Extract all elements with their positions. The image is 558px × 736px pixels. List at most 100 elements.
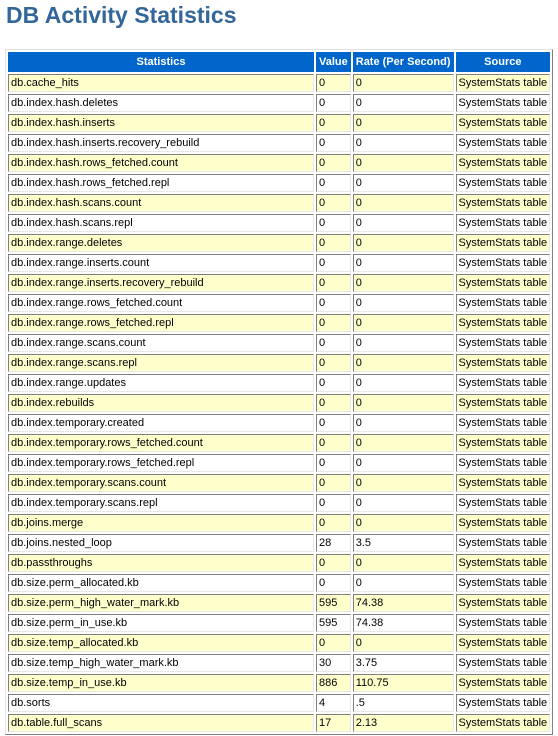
source-cell: SystemStats table	[455, 194, 551, 212]
table-row: db.index.temporary.created 0 0 SystemStats …	[8, 414, 551, 432]
stat-cell: db.table.full_scans	[8, 714, 314, 732]
table-row: db.index.hash.scans.count 0 0 SystemStats t…	[8, 194, 551, 212]
value-cell: 28	[316, 534, 351, 552]
table-row: db.index.hash.inserts.recovery_rebuild 0 0…	[8, 134, 551, 152]
rate-cell: 74.38	[352, 594, 454, 612]
source-cell: SystemStats table	[455, 674, 551, 692]
value-cell: 0	[316, 374, 351, 392]
source-cell: SystemStats table	[455, 454, 551, 472]
source-cell: SystemStats table	[455, 534, 551, 552]
rate-cell: 0	[352, 394, 454, 412]
table-row: db.index.range.rows_fetched.count 0 0 Syste…	[8, 294, 551, 312]
rate-cell: 0	[352, 354, 454, 372]
statistics-table: Statistics Value Rate (Per Second) Sourc…	[5, 49, 554, 735]
source-cell: SystemStats table	[455, 594, 551, 612]
source-cell: SystemStats table	[455, 234, 551, 252]
value-cell: 0	[316, 154, 351, 172]
table-header-row: Statistics Value Rate (Per Second) Sourc…	[8, 52, 551, 72]
rate-cell: 0	[352, 114, 454, 132]
source-cell: SystemStats table	[455, 434, 551, 452]
stat-cell: db.index.hash.rows_fetched.count	[8, 154, 314, 172]
source-cell: SystemStats table	[455, 574, 551, 592]
stat-cell: db.index.hash.inserts	[8, 114, 314, 132]
rate-cell: 0	[352, 214, 454, 232]
table-row: db.index.hash.rows_fetched.repl 0 0 SystemS…	[8, 174, 551, 192]
rate-cell: 3.5	[352, 534, 454, 552]
source-cell: SystemStats table	[455, 214, 551, 232]
stat-cell: db.index.range.scans.repl	[8, 354, 314, 372]
table-row: db.size.perm_in_use.kb 595 74.38 SystemStat…	[8, 614, 551, 632]
table-row: db.size.temp_high_water_mark.kb 30 3.75 Sys…	[8, 654, 551, 672]
stat-cell: db.index.temporary.created	[8, 414, 314, 432]
source-cell: SystemStats table	[455, 714, 551, 732]
table-row: db.index.hash.scans.repl 0 0 SystemStats ta…	[8, 214, 551, 232]
source-cell: SystemStats table	[455, 414, 551, 432]
rate-cell: 0	[352, 94, 454, 112]
table-row: db.index.range.inserts.recovery_rebuild 0…	[8, 274, 551, 292]
rate-cell: 0	[352, 574, 454, 592]
stat-cell: db.index.range.rows_fetched.count	[8, 294, 314, 312]
value-cell: 0	[316, 434, 351, 452]
source-cell: SystemStats table	[455, 474, 551, 492]
table-row: db.index.temporary.rows_fetched.repl 0 0 Sy…	[8, 454, 551, 472]
value-cell: 0	[316, 454, 351, 472]
table-row: db.index.range.scans.count 0 0 SystemStats …	[8, 334, 551, 352]
column-header-value: Value	[316, 52, 351, 72]
stat-cell: db.index.range.updates	[8, 374, 314, 392]
rate-cell: 0	[352, 274, 454, 292]
column-header-statistics: Statistics	[8, 52, 314, 72]
value-cell: 0	[316, 94, 351, 112]
source-cell: SystemStats table	[455, 514, 551, 532]
rate-cell: 0	[352, 174, 454, 192]
stat-cell: db.index.hash.rows_fetched.repl	[8, 174, 314, 192]
value-cell: 0	[316, 474, 351, 492]
stat-cell: db.index.hash.inserts.recovery_rebuild	[8, 134, 314, 152]
table-row: db.size.temp_allocated.kb 0 0 SystemStats t…	[8, 634, 551, 652]
stat-cell: db.index.hash.scans.count	[8, 194, 314, 212]
value-cell: 0	[316, 214, 351, 232]
rate-cell: 0	[352, 254, 454, 272]
value-cell: 0	[316, 274, 351, 292]
rate-cell: 0	[352, 374, 454, 392]
rate-cell: 0	[352, 234, 454, 252]
column-header-rate: Rate (Per Second)	[352, 52, 454, 72]
stat-cell: db.passthroughs	[8, 554, 314, 572]
value-cell: 0	[316, 334, 351, 352]
table-row: db.index.temporary.scans.count 0 0 SystemSt…	[8, 474, 551, 492]
rate-cell: 0	[352, 454, 454, 472]
stat-cell: db.size.perm_high_water_mark.kb	[8, 594, 314, 612]
value-cell: 0	[316, 554, 351, 572]
table-row: db.index.range.rows_fetched.repl 0 0 System…	[8, 314, 551, 332]
table-row: db.joins.nested_loop 28 3.5 SystemStats tab…	[8, 534, 551, 552]
table-row: db.index.range.scans.repl 0 0 SystemStats t…	[8, 354, 551, 372]
value-cell: 0	[316, 254, 351, 272]
table-row: db.table.full_scans 17 2.13 SystemStats tab…	[8, 714, 551, 732]
stat-cell: db.index.hash.scans.repl	[8, 214, 314, 232]
stat-cell: db.joins.nested_loop	[8, 534, 314, 552]
value-cell: 595	[316, 594, 351, 612]
stat-cell: db.index.temporary.scans.repl	[8, 494, 314, 512]
stat-cell: db.index.range.deletes	[8, 234, 314, 252]
rate-cell: 2.13	[352, 714, 454, 732]
source-cell: SystemStats table	[455, 294, 551, 312]
stat-cell: db.size.temp_allocated.kb	[8, 634, 314, 652]
source-cell: SystemStats table	[455, 314, 551, 332]
value-cell: 0	[316, 74, 351, 92]
value-cell: 0	[316, 114, 351, 132]
rate-cell: 3.75	[352, 654, 454, 672]
table-row: db.size.perm_high_water_mark.kb 595 74.38 S…	[8, 594, 551, 612]
rate-cell: 0	[352, 414, 454, 432]
source-cell: SystemStats table	[455, 654, 551, 672]
value-cell: 0	[316, 134, 351, 152]
table-body: db.cache_hits 0 0 SystemStats table db.index…	[8, 74, 551, 732]
rate-cell: .5	[352, 694, 454, 712]
table-row: db.size.temp_in_use.kb 886 110.75 SystemSta…	[8, 674, 551, 692]
stat-cell: db.index.range.inserts.recovery_rebuild	[8, 274, 314, 292]
source-cell: SystemStats table	[455, 554, 551, 572]
column-header-source: Source	[455, 52, 551, 72]
stat-cell: db.size.temp_in_use.kb	[8, 674, 314, 692]
table-row: db.index.hash.inserts 0 0 SystemStats table	[8, 114, 551, 132]
value-cell: 0	[316, 174, 351, 192]
rate-cell: 0	[352, 154, 454, 172]
stat-cell: db.size.temp_high_water_mark.kb	[8, 654, 314, 672]
